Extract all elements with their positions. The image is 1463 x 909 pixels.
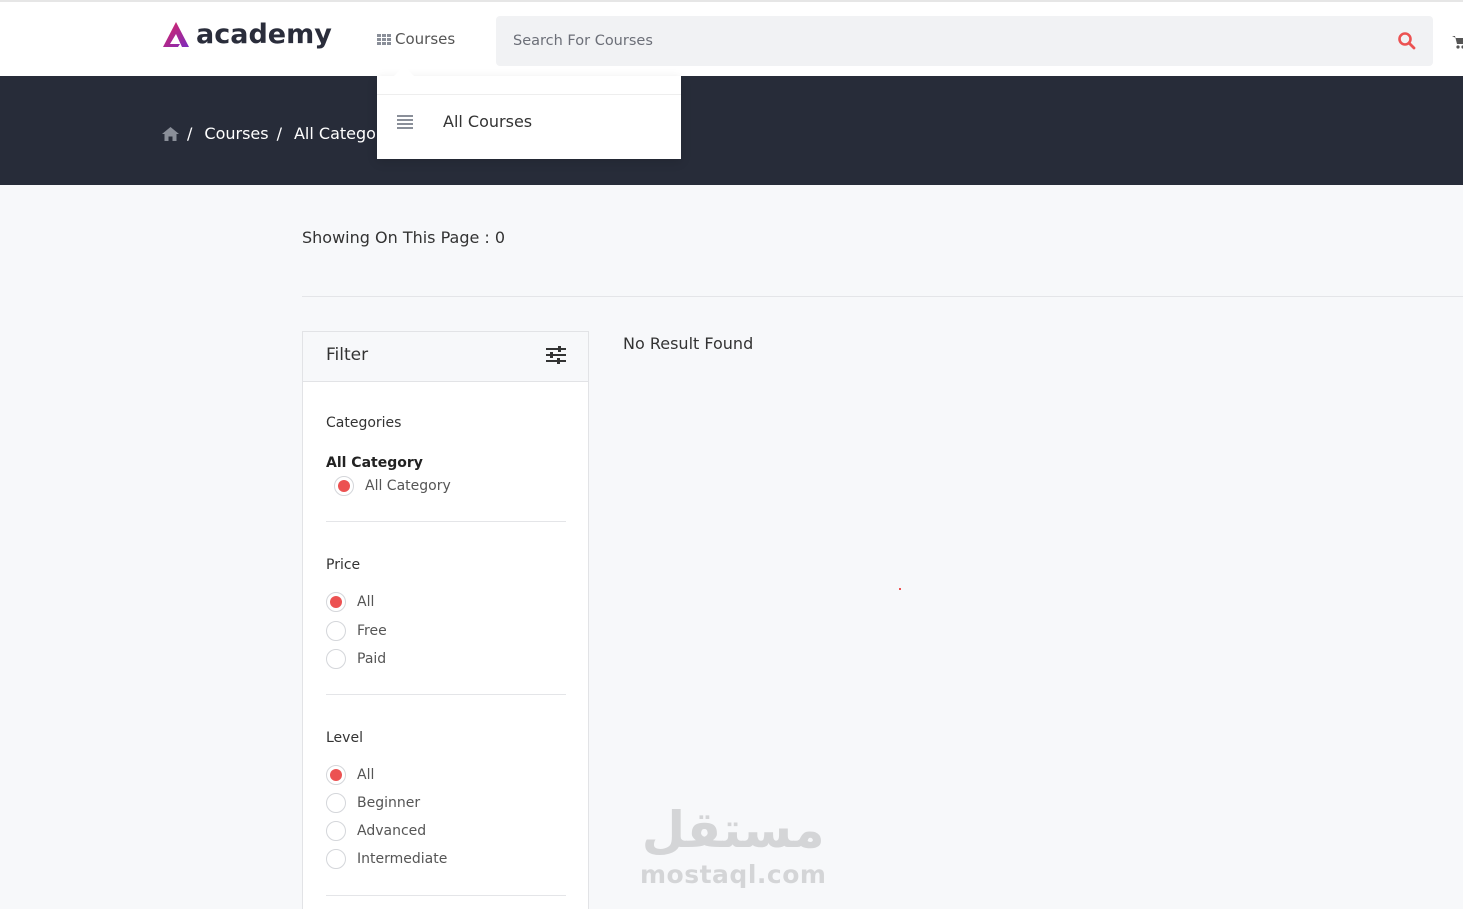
- page-banner: / Courses / All Catego: [0, 76, 1463, 185]
- breadcrumb: / Courses / All Catego: [162, 124, 376, 143]
- watermark-arabic: مستقل: [641, 801, 825, 859]
- courses-dropdown: All Courses: [377, 66, 681, 159]
- radio-label: Beginner: [357, 795, 421, 811]
- radio-button[interactable]: [334, 476, 354, 496]
- dropdown-item-all-courses[interactable]: All Courses: [397, 112, 532, 131]
- radio-label: All: [357, 767, 375, 783]
- dropdown-item-label: All Courses: [443, 112, 533, 131]
- list-icon: [397, 114, 413, 129]
- breadcrumb-separator: /: [276, 124, 282, 143]
- logo-text: academy: [196, 19, 332, 50]
- radio-button[interactable]: [326, 621, 346, 641]
- radio-button[interactable]: [326, 793, 346, 813]
- radio-label: All: [357, 594, 375, 610]
- section-divider: [326, 694, 566, 695]
- search-input[interactable]: [513, 16, 1373, 66]
- breadcrumb-all-category[interactable]: All Catego: [294, 124, 376, 143]
- academy-logo-icon: [163, 21, 189, 47]
- courses-menu-label: Courses: [395, 30, 456, 48]
- content-divider: [302, 296, 1463, 297]
- filter-panel: Filter Categories All Category All Categ…: [302, 331, 589, 909]
- radio-label: Paid: [357, 651, 387, 667]
- radio-label: All Category: [365, 478, 451, 494]
- level-option-beginner[interactable]: Beginner: [326, 793, 420, 813]
- loader-dot: [899, 588, 901, 590]
- no-result-message: No Result Found: [623, 334, 754, 353]
- search-box: [496, 16, 1433, 66]
- radio-label: Intermediate: [357, 851, 448, 867]
- cart-icon[interactable]: [1452, 34, 1463, 50]
- section-divider: [326, 895, 566, 896]
- radio-button[interactable]: [326, 765, 346, 785]
- grid-icon: [377, 33, 391, 45]
- filter-header: Filter: [303, 332, 588, 382]
- category-option-all[interactable]: All Category: [334, 476, 451, 496]
- watermark-latin: mostaql.com: [640, 860, 827, 889]
- all-category-heading: All Category: [326, 455, 423, 471]
- radio-button[interactable]: [326, 821, 346, 841]
- showing-count: Showing On This Page : 0: [302, 228, 506, 247]
- level-option-intermediate[interactable]: Intermediate: [326, 849, 447, 869]
- sliders-icon[interactable]: [546, 346, 566, 364]
- radio-label: Advanced: [357, 823, 427, 839]
- logo[interactable]: academy: [161, 19, 332, 50]
- courses-menu-button[interactable]: Courses: [377, 30, 455, 48]
- search-icon[interactable]: [1397, 31, 1417, 51]
- price-label: Price: [326, 557, 361, 573]
- dropdown-divider: [377, 94, 681, 95]
- price-option-all[interactable]: All: [326, 592, 374, 612]
- breadcrumb-separator: /: [187, 124, 193, 143]
- radio-button[interactable]: [326, 592, 346, 612]
- price-option-paid[interactable]: Paid: [326, 649, 386, 669]
- home-icon[interactable]: [162, 126, 179, 141]
- radio-button[interactable]: [326, 849, 346, 869]
- radio-button[interactable]: [326, 649, 346, 669]
- site-header: academy Courses: [0, 0, 1463, 76]
- level-label: Level: [326, 730, 363, 746]
- section-divider: [326, 521, 566, 522]
- radio-label: Free: [357, 623, 387, 639]
- breadcrumb-courses[interactable]: Courses: [204, 124, 268, 143]
- level-option-advanced[interactable]: Advanced: [326, 821, 426, 841]
- watermark: مستقل mostaql.com: [640, 800, 826, 889]
- price-option-free[interactable]: Free: [326, 621, 387, 641]
- filter-title: Filter: [326, 345, 369, 365]
- categories-label: Categories: [326, 415, 402, 431]
- level-option-all[interactable]: All: [326, 765, 374, 785]
